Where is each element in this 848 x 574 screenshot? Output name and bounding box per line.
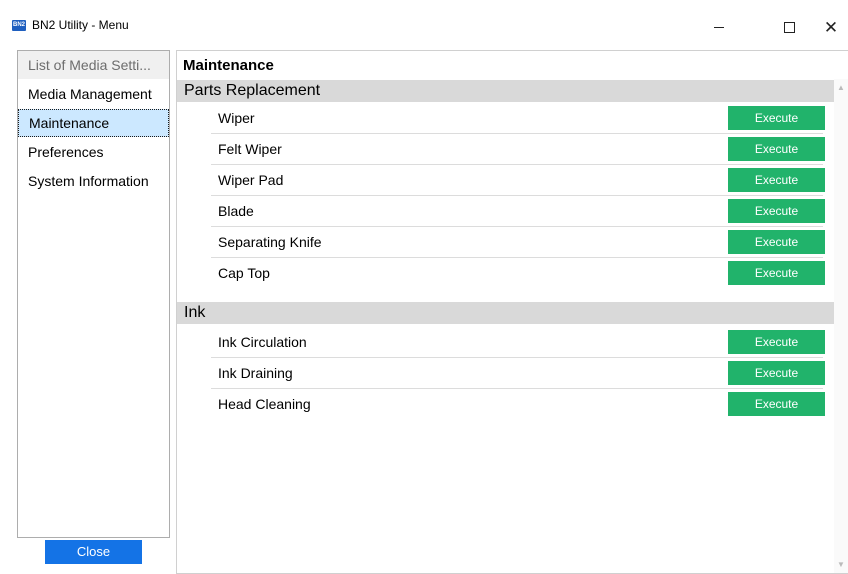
- minimize-icon: [714, 26, 724, 28]
- vertical-scrollbar[interactable]: ▲ ▼: [834, 79, 848, 573]
- sidebar-item-media-management[interactable]: Media Management: [18, 80, 169, 108]
- execute-ink-circulation-button[interactable]: Execute: [728, 330, 825, 354]
- execute-ink-draining-button[interactable]: Execute: [728, 361, 825, 385]
- row-label: Cap Top: [218, 265, 270, 281]
- sidebar-item-maintenance[interactable]: Maintenance: [18, 109, 169, 137]
- window-title: BN2 Utility - Menu: [32, 18, 129, 32]
- list-item-blade: Blade Execute: [211, 196, 825, 227]
- execute-separating-knife-button[interactable]: Execute: [728, 230, 825, 254]
- maintenance-panel: Maintenance Parts Replacement Wiper Exec…: [176, 50, 848, 574]
- list-item-ink-circulation: Ink Circulation Execute: [211, 327, 825, 358]
- list-item-head-cleaning: Head Cleaning Execute: [211, 389, 825, 420]
- list-item-felt-wiper: Felt Wiper Execute: [211, 134, 825, 165]
- page-title: Maintenance: [183, 57, 274, 74]
- list-item-wiper-pad: Wiper Pad Execute: [211, 165, 825, 196]
- sidebar-item-preferences[interactable]: Preferences: [18, 138, 169, 166]
- execute-head-cleaning-button[interactable]: Execute: [728, 392, 825, 416]
- row-label: Separating Knife: [218, 234, 322, 250]
- maximize-icon: [783, 21, 795, 33]
- minimize-button[interactable]: [696, 12, 742, 42]
- execute-wiper-pad-button[interactable]: Execute: [728, 168, 825, 192]
- sidebar: List of Media Setti... Media Management …: [17, 50, 170, 538]
- list-item-separating-knife: Separating Knife Execute: [211, 227, 825, 258]
- row-label: Ink Circulation: [218, 334, 307, 350]
- list-item-ink-draining: Ink Draining Execute: [211, 358, 825, 389]
- chevron-up-icon[interactable]: ▲: [837, 83, 845, 92]
- app-icon: BN2: [12, 20, 26, 31]
- close-window-button[interactable]: ✕: [814, 12, 848, 42]
- section-header-parts-replacement: Parts Replacement: [177, 80, 834, 102]
- sidebar-item-media-settings-list[interactable]: List of Media Setti...: [18, 51, 169, 79]
- row-label: Wiper: [218, 110, 255, 126]
- close-button[interactable]: Close: [45, 540, 142, 564]
- execute-felt-wiper-button[interactable]: Execute: [728, 137, 825, 161]
- maximize-button[interactable]: [766, 12, 812, 42]
- close-icon: ✕: [823, 17, 839, 37]
- execute-cap-top-button[interactable]: Execute: [728, 261, 825, 285]
- row-label: Felt Wiper: [218, 141, 282, 157]
- row-label: Ink Draining: [218, 365, 293, 381]
- section-header-ink: Ink: [177, 302, 834, 324]
- title-bar: BN2 BN2 Utility - Menu ✕: [0, 0, 848, 48]
- chevron-down-icon[interactable]: ▼: [837, 560, 845, 569]
- list-item-cap-top: Cap Top Execute: [211, 258, 825, 289]
- list-item-wiper: Wiper Execute: [211, 103, 825, 134]
- execute-blade-button[interactable]: Execute: [728, 199, 825, 223]
- execute-wiper-button[interactable]: Execute: [728, 106, 825, 130]
- row-label: Wiper Pad: [218, 172, 284, 188]
- row-label: Blade: [218, 203, 254, 219]
- row-label: Head Cleaning: [218, 396, 311, 412]
- sidebar-item-system-information[interactable]: System Information: [18, 167, 169, 195]
